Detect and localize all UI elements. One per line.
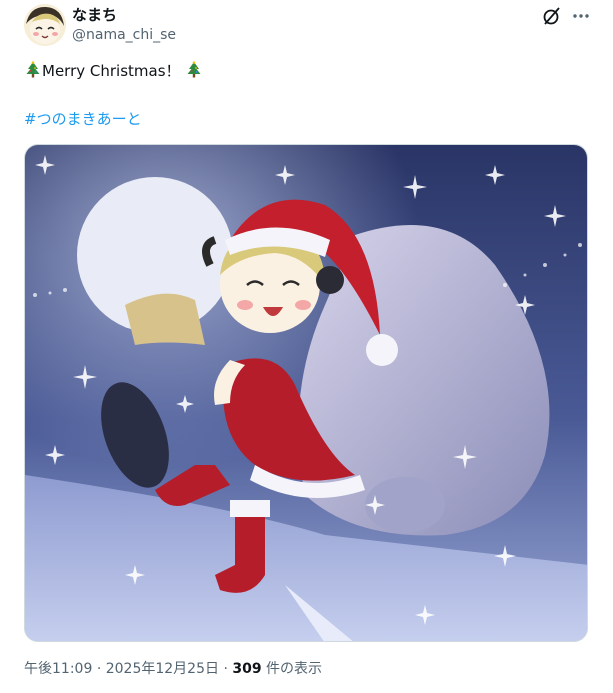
tweet-body: Merry Christmas！ bbox=[42, 62, 181, 80]
tweet-text: Merry Christmas！ bbox=[24, 60, 584, 82]
author-display-name[interactable]: なまち bbox=[72, 6, 117, 24]
meta-separator: · bbox=[223, 661, 228, 677]
grok-icon[interactable] bbox=[540, 4, 564, 28]
author-handle[interactable]: @nama_chi_se bbox=[72, 26, 176, 44]
tweet-time[interactable]: 午後11:09 bbox=[24, 661, 92, 677]
views-count: 309 bbox=[232, 661, 262, 677]
tweet-media[interactable] bbox=[24, 144, 588, 642]
author-avatar[interactable] bbox=[24, 4, 66, 46]
christmas-tree-icon bbox=[24, 61, 42, 79]
tweet-date[interactable]: 2025年12月25日 bbox=[106, 661, 219, 677]
more-options-icon[interactable] bbox=[569, 4, 593, 28]
views-label: 件の表示 bbox=[266, 661, 323, 677]
christmas-tree-icon bbox=[185, 61, 203, 79]
illustration-image bbox=[25, 145, 587, 641]
meta-separator: · bbox=[96, 661, 102, 677]
avatar-image bbox=[24, 4, 66, 46]
hashtag-link[interactable]: #つのまきあーと bbox=[24, 108, 142, 130]
tweet-meta: 午後11:09 · 2025年12月25日 · 309 件の表示 bbox=[24, 659, 322, 679]
